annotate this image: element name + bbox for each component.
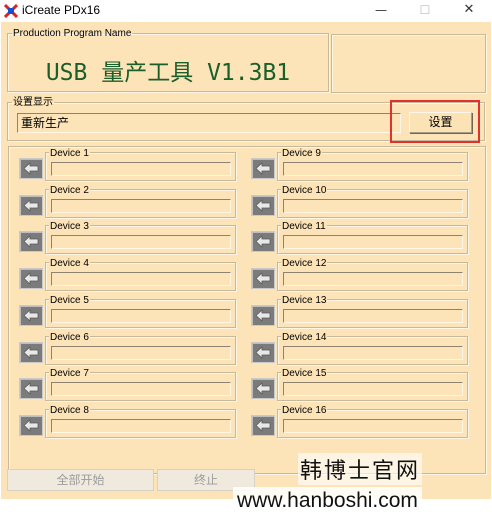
arrow-left-icon[interactable]: [251, 304, 275, 326]
devices-panel: Device 1 Device 2 Device 3 Device 4 Device 5…: [8, 146, 486, 474]
start-all-button[interactable]: 全部开始: [7, 469, 154, 491]
device-status-field: [51, 345, 231, 360]
device-slot: Device 3: [15, 221, 237, 255]
settings-display-field: 重新生产: [17, 113, 401, 133]
device-status-field: [51, 162, 231, 176]
close-button[interactable]: ✕: [447, 0, 491, 22]
device-status-field: [283, 418, 463, 433]
production-side-panel: [331, 34, 486, 93]
device-label: Device 14: [281, 331, 328, 343]
device-slot: Device 13: [247, 294, 469, 329]
arrow-left-icon[interactable]: [251, 268, 275, 290]
device-status-field: [51, 308, 231, 323]
arrow-left-icon[interactable]: [19, 268, 43, 290]
device-slot: Device 9: [247, 148, 469, 182]
arrow-left-icon[interactable]: [19, 194, 43, 216]
device-status-field: [283, 382, 463, 397]
device-label: Device 16: [281, 404, 328, 416]
device-label: Device 7: [49, 368, 90, 380]
device-status-field: [283, 345, 463, 360]
device-label: Device 9: [281, 148, 322, 159]
device-status-field: [283, 235, 463, 250]
device-label: Device 6: [49, 331, 90, 343]
device-status-field: [283, 162, 463, 176]
device-slot: Device 12: [247, 258, 469, 292]
device-status-field: [51, 235, 231, 250]
device-label: Device 1: [49, 148, 90, 159]
device-label: Device 13: [281, 294, 328, 306]
device-slot: Device 14: [247, 331, 469, 366]
minimize-button[interactable]: —: [359, 0, 403, 22]
device-slot: Device 4: [15, 258, 237, 292]
device-label: Device 12: [281, 258, 328, 270]
device-slot: Device 11: [247, 221, 469, 255]
device-label: Device 11: [281, 221, 327, 233]
device-status-field: [51, 418, 231, 433]
device-status-field: [51, 198, 231, 213]
arrow-left-icon[interactable]: [19, 414, 43, 436]
arrow-left-icon[interactable]: [251, 414, 275, 436]
arrow-left-icon[interactable]: [251, 378, 275, 400]
device-slot: Device 6: [15, 331, 237, 366]
arrow-left-icon[interactable]: [19, 378, 43, 400]
device-status-field: [51, 382, 231, 397]
device-label: Device 5: [49, 294, 90, 306]
maximize-button[interactable]: ☐: [403, 0, 447, 22]
arrow-left-icon[interactable]: [19, 231, 43, 253]
production-group: Production Program Name USB 量产工具 V1.3B1: [7, 28, 329, 92]
arrow-left-icon[interactable]: [19, 341, 43, 363]
device-label: Device 4: [49, 258, 90, 270]
device-label: Device 2: [49, 184, 90, 196]
arrow-left-icon[interactable]: [251, 158, 275, 179]
device-slot: Device 5: [15, 294, 237, 329]
device-slot: Device 1: [15, 148, 237, 182]
device-slot: Device 2: [15, 184, 237, 219]
device-slot: Device 7: [15, 368, 237, 402]
device-label: Device 3: [49, 221, 90, 233]
arrow-left-icon[interactable]: [251, 194, 275, 216]
main-panel: Production Program Name USB 量产工具 V1.3B1 …: [1, 22, 491, 515]
arrow-left-icon[interactable]: [19, 304, 43, 326]
watermark-cn: 韩博士官网: [298, 453, 423, 485]
arrow-left-icon[interactable]: [251, 231, 275, 253]
title-bar: iCreate PDx16 — ☐ ✕: [0, 0, 492, 22]
production-legend: Production Program Name: [13, 28, 132, 39]
window-title: iCreate PDx16: [22, 3, 101, 17]
device-label: Device 8: [49, 404, 90, 416]
device-label: Device 10: [281, 184, 328, 196]
arrow-left-icon[interactable]: [251, 341, 275, 363]
device-label: Device 15: [281, 368, 328, 380]
device-slot: Device 15: [247, 368, 469, 402]
device-slot: Device 8: [15, 404, 237, 439]
device-slot: Device 10: [247, 184, 469, 219]
settings-legend: 设置显示: [13, 97, 53, 108]
device-status-field: [283, 198, 463, 213]
device-slot: Device 16: [247, 404, 469, 439]
arrow-left-icon[interactable]: [19, 158, 43, 179]
app-icon: [4, 4, 18, 18]
device-status-field: [51, 272, 231, 287]
highlight-box: [390, 100, 480, 143]
watermark-url: www.hanboshi.com: [233, 487, 422, 515]
device-status-field: [283, 272, 463, 287]
device-status-field: [283, 308, 463, 323]
production-title: USB 量产工具 V1.3B1: [45, 60, 291, 86]
